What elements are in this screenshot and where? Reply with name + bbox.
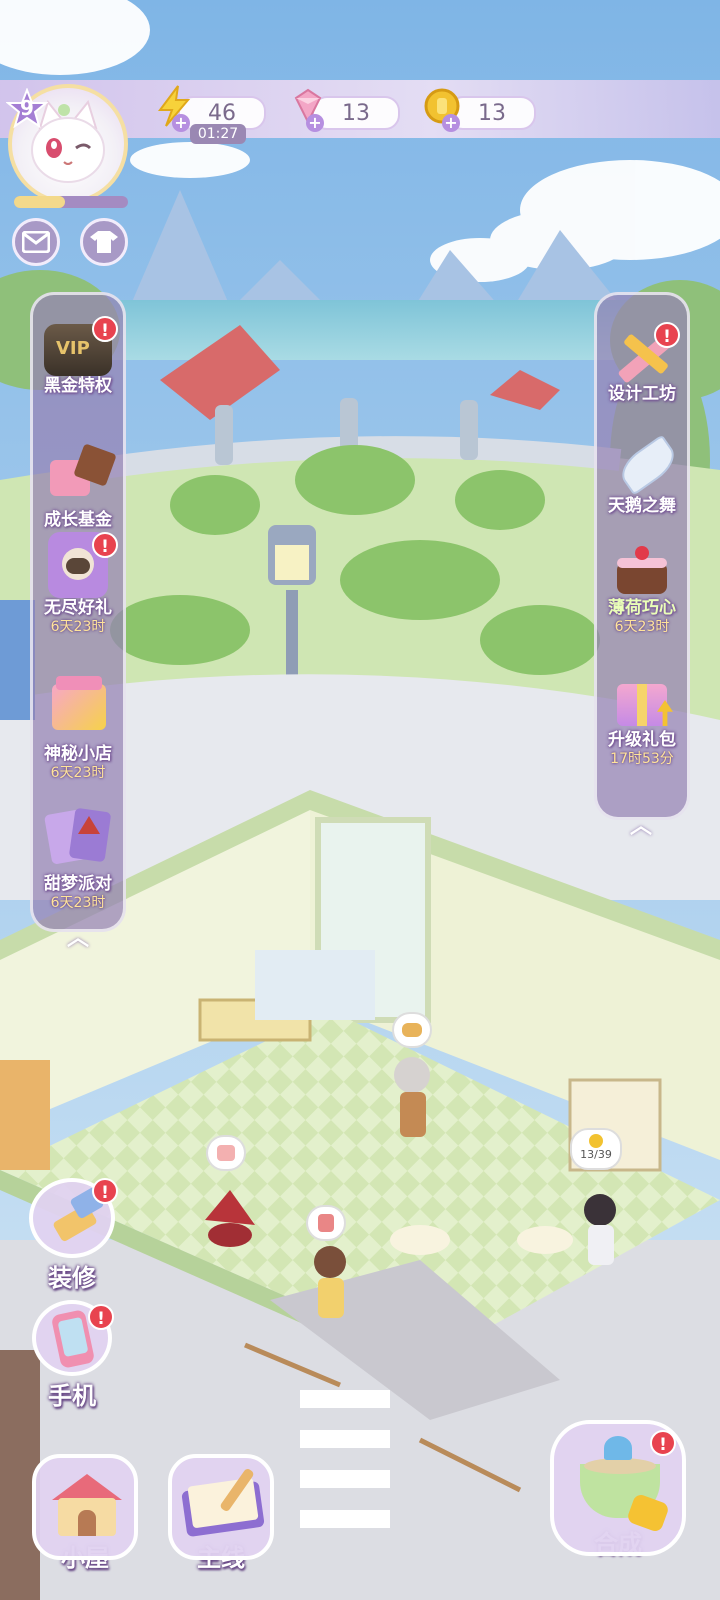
mystery-box-icon [42,672,114,744]
player-level: 9 [20,96,34,120]
left-item-vip-label: 黑金特权 [44,376,112,396]
left-panel-collapse-chevron-up-icon[interactable]: ︿ [63,920,93,951]
gift-cake-icon [42,438,117,510]
left-item-growth-fund[interactable]: 成长基金 [28,438,128,530]
left-item-endless-gifts-badge: ! [92,532,118,558]
xp-progress-bar [14,196,128,208]
phone-label: 手机 [48,1382,96,1410]
right-item-mint-chocolate-label: 薄荷巧心 [608,598,676,618]
gem-value: 13 [342,100,370,126]
envelope-icon [22,231,50,253]
decorate-badge: ! [92,1178,118,1204]
chocolate-cake-icon [609,540,675,598]
mail-button[interactable] [12,218,60,266]
phone-badge: ! [88,1304,114,1330]
pastry-icon [402,1023,422,1037]
cake-icon [217,1145,235,1161]
left-item-mystery-shop-timer: 6天23时 [50,765,106,781]
house-button[interactable]: 小屋 [30,1454,140,1573]
coin-value: 13 [478,100,506,126]
storybook-icon [168,1454,274,1560]
right-item-upgrade-pack[interactable]: 升级礼包 17时53分 [592,670,692,768]
upgrade-gift-icon [609,670,675,730]
gift-request-bubble[interactable] [306,1205,346,1241]
food-request-bubble[interactable] [392,1012,432,1048]
right-item-upgrade-pack-label: 升级礼包 [608,730,676,750]
left-item-dream-party-label: 甜梦派对 [44,874,112,894]
wardrobe-button[interactable] [80,218,128,266]
dress-icon [90,231,118,253]
right-item-design-workshop-label: 设计工坊 [608,384,676,404]
left-item-endless-gifts-label: 无尽好礼 [44,598,112,618]
left-item-mystery-shop-label: 神秘小店 [44,744,112,764]
right-item-swan-dance-label: 天鹅之舞 [608,496,676,516]
coin-icon [589,1134,603,1148]
right-item-swan-dance[interactable]: 天鹅之舞 [592,434,692,516]
right-panel-collapse-chevron-up-icon[interactable]: ︿ [626,808,656,839]
right-item-mint-chocolate-timer: 6天23时 [614,619,670,635]
gift-icon [318,1214,334,1232]
feather-icon [609,434,682,496]
right-item-mint-chocolate[interactable]: 薄荷巧心 6天23时 [592,540,692,636]
left-item-vip-badge: ! [92,316,118,342]
left-item-dream-party[interactable]: 甜梦派对 6天23时 [28,802,128,912]
left-item-mystery-shop[interactable]: 神秘小店 6天23时 [28,672,128,782]
add-coins-button[interactable]: + [442,114,460,132]
add-energy-button[interactable]: + [172,114,190,132]
party-cards-icon [42,802,114,874]
xp-progress-fill [14,196,66,208]
cake-request-bubble[interactable] [206,1135,246,1171]
left-item-dream-party-timer: 6天23时 [50,895,106,911]
energy-value: 46 [208,100,236,126]
house-icon [32,1454,138,1560]
energy-timer: 01:27 [190,124,246,144]
left-item-growth-fund-label: 成长基金 [44,510,112,530]
merge-badge: ! [650,1430,676,1456]
right-item-design-workshop-badge: ! [654,322,680,348]
customer-progress-text: 13/39 [580,1148,612,1161]
add-gems-button[interactable]: + [306,114,324,132]
decorate-label: 装修 [48,1264,96,1292]
main-story-button[interactable]: 主线 [166,1454,276,1573]
left-item-endless-gifts-timer: 6天23时 [50,619,106,635]
customer-coin-bubble[interactable]: 13/39 [570,1128,622,1170]
right-item-upgrade-pack-timer: 17时53分 [610,751,674,767]
